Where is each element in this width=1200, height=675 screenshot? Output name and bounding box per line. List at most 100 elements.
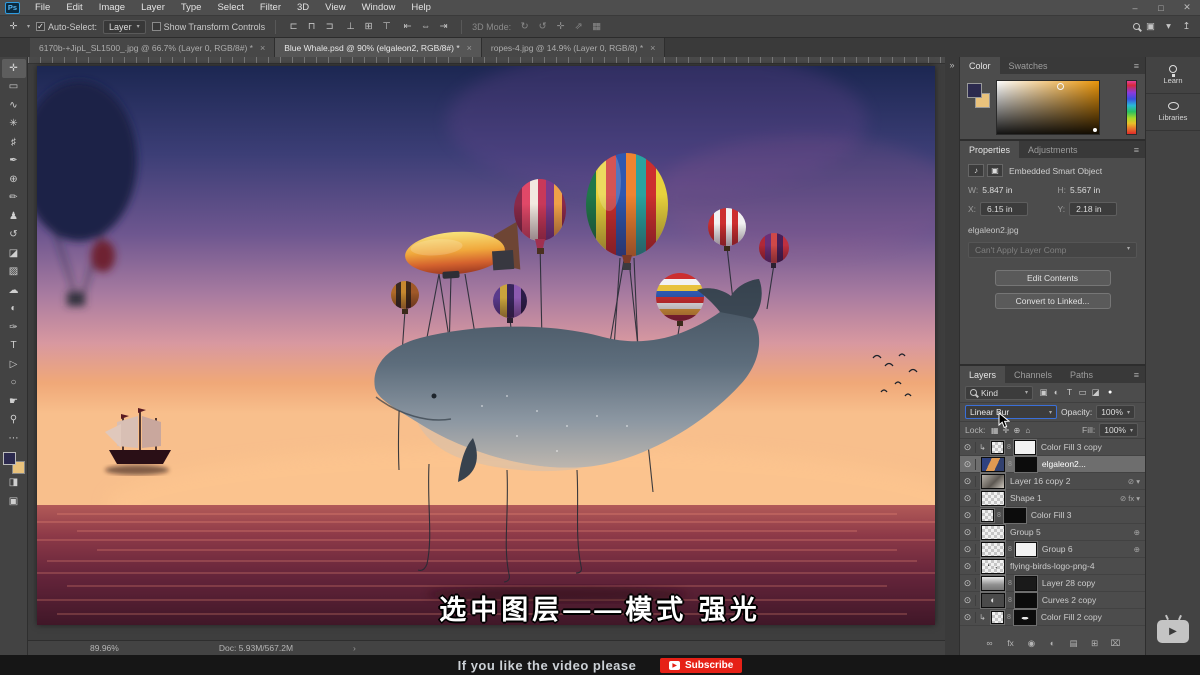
- collapse-panels-icon[interactable]: »: [949, 60, 954, 70]
- align-icon[interactable]: ⊥: [343, 21, 358, 32]
- panel-tab[interactable]: Swatches: [1000, 57, 1057, 74]
- layer-group-6[interactable]: ⊙ 8 Group 6 ⊕: [960, 541, 1145, 558]
- workspace-caret-icon[interactable]: ▾: [1161, 21, 1176, 32]
- crop-tool[interactable]: ♯: [2, 133, 26, 152]
- layer-color-fill-3[interactable]: ⊙ 8 Color Fill 3: [960, 507, 1145, 524]
- layer-mask-thumbnail[interactable]: [1015, 576, 1037, 591]
- layer-visibility-toggle[interactable]: ⊙: [960, 476, 976, 487]
- tab-close-icon[interactable]: ×: [260, 43, 265, 53]
- 3d-mode-icon[interactable]: ↻: [517, 21, 532, 32]
- layer-visibility-toggle[interactable]: ⊙: [960, 459, 976, 470]
- panel-menu-icon[interactable]: ≡: [1134, 61, 1139, 71]
- layer-mask-thumbnail[interactable]: [1015, 542, 1037, 557]
- screen-mode-button[interactable]: ▣: [2, 492, 26, 511]
- layer-visibility-toggle[interactable]: ⊙: [960, 527, 976, 538]
- layer-visibility-toggle[interactable]: ⊙: [960, 595, 976, 606]
- adjustment-layer-icon[interactable]: ◐: [1047, 638, 1059, 649]
- libraries-button[interactable]: Libraries: [1146, 94, 1200, 131]
- path-selection-tool[interactable]: ▷: [2, 355, 26, 374]
- menu-item[interactable]: View: [317, 2, 353, 13]
- marquee-tool[interactable]: ▭: [2, 78, 26, 97]
- distribute-icon[interactable]: ⇔: [418, 21, 433, 32]
- search-icon[interactable]: [1133, 23, 1140, 30]
- blend-mode-dropdown[interactable]: Linear Bur ▾: [965, 405, 1057, 419]
- layer-mask-thumbnail[interactable]: [1014, 440, 1036, 455]
- lock-icon[interactable]: ⊕: [1011, 426, 1022, 435]
- layer-color-fill-3-copy[interactable]: ⊙ ↳ 8 Color Fill 3 copy: [960, 439, 1145, 456]
- layer-thumbnail[interactable]: [991, 441, 1004, 454]
- move-tool[interactable]: ✛: [2, 59, 26, 78]
- hue-slider[interactable]: [1126, 80, 1137, 135]
- layer-flying-birds[interactable]: ⊙ flying-birds-logo-png-4: [960, 558, 1145, 575]
- lock-icon[interactable]: ⌂: [1022, 426, 1033, 435]
- layer-28-copy[interactable]: ⊙ 8 Layer 28 copy: [960, 575, 1145, 592]
- layer-mask-thumbnail[interactable]: [1015, 457, 1037, 472]
- layer-shape-1[interactable]: ⊙ Shape 1 ⊘ fx ▾: [960, 490, 1145, 507]
- layer-curves-2-copy[interactable]: ⊙ ◐ 8 Curves 2 copy: [960, 592, 1145, 609]
- layer-thumbnail[interactable]: [981, 542, 1005, 557]
- panel-tab[interactable]: Properties: [960, 141, 1019, 158]
- type-tool[interactable]: T: [2, 337, 26, 356]
- color-gradient-field[interactable]: [996, 80, 1100, 135]
- filter-toggle-icon[interactable]: ●: [1108, 389, 1112, 396]
- opacity-dropdown[interactable]: 100% ▾: [1096, 405, 1135, 419]
- filter-type-icon[interactable]: ▭: [1076, 387, 1089, 398]
- menu-item[interactable]: File: [27, 2, 58, 13]
- brush-tool[interactable]: ✏: [2, 189, 26, 208]
- new-layer-icon[interactable]: ⊞: [1089, 638, 1101, 649]
- menu-item[interactable]: Window: [354, 2, 404, 13]
- foreground-color-swatch[interactable]: [3, 452, 16, 465]
- panel-menu-icon[interactable]: ≡: [1134, 370, 1139, 380]
- auto-select-option[interactable]: ✓ Auto-Select:: [36, 22, 97, 32]
- pen-tool[interactable]: ✑: [2, 318, 26, 337]
- layer-thumbnail[interactable]: [981, 509, 994, 522]
- layer-style-icon[interactable]: fx: [1005, 638, 1017, 649]
- layer-mask-thumbnail[interactable]: [1014, 610, 1036, 625]
- distribute-icon[interactable]: ⇥: [436, 21, 451, 32]
- close-button[interactable]: ✕: [1174, 2, 1200, 13]
- tab-close-icon[interactable]: ×: [467, 43, 472, 53]
- panel-tab[interactable]: Channels: [1005, 366, 1061, 383]
- align-icon[interactable]: ⊓: [304, 21, 319, 32]
- 3d-mode-icon[interactable]: ↺: [535, 21, 550, 32]
- layer-thumbnail[interactable]: [981, 491, 1005, 506]
- layer-visibility-toggle[interactable]: ⊙: [960, 612, 976, 623]
- align-icon[interactable]: ⊞: [361, 21, 376, 32]
- document-tab[interactable]: 6170b-+JipL_SL1500_.jpg @ 66.7% (Layer 0…: [30, 38, 275, 57]
- new-group-icon[interactable]: ▤: [1068, 638, 1080, 649]
- transform-field[interactable]: Y:2.18 in: [1058, 202, 1138, 216]
- layer-visibility-toggle[interactable]: ⊙: [960, 578, 976, 589]
- color-fg-swatch[interactable]: [967, 83, 982, 98]
- filter-type-icon[interactable]: ▣: [1037, 387, 1050, 398]
- menu-item[interactable]: Type: [173, 2, 210, 13]
- transform-field[interactable]: X:6.15 in: [968, 202, 1048, 216]
- layer-visibility-toggle[interactable]: ⊙: [960, 493, 976, 504]
- align-icon[interactable]: ⊏: [286, 21, 301, 32]
- subscribe-button[interactable]: ▶ Subscribe: [660, 658, 742, 673]
- transform-field[interactable]: H:5.567 in: [1058, 185, 1138, 195]
- clone-stamp-tool[interactable]: ♟: [2, 207, 26, 226]
- 3d-mode-icon[interactable]: ✛: [553, 21, 568, 32]
- menu-item[interactable]: Layer: [133, 2, 173, 13]
- status-chevron-icon[interactable]: ›: [353, 643, 356, 653]
- panel-tab[interactable]: Paths: [1061, 366, 1102, 383]
- layer-visibility-toggle[interactable]: ⊙: [960, 442, 976, 453]
- eyedropper-tool[interactable]: ✒: [2, 152, 26, 171]
- lasso-tool[interactable]: ∿: [2, 96, 26, 115]
- layer-group-5[interactable]: ⊙ Group 5 ⊕: [960, 524, 1145, 541]
- menu-item[interactable]: Image: [91, 2, 133, 13]
- transform-field[interactable]: W:5.847 in: [968, 185, 1048, 195]
- layer-visibility-toggle[interactable]: ⊙: [960, 510, 976, 521]
- layer-16-copy-2[interactable]: ⊙ Layer 16 copy 2 ⊘ ▾: [960, 473, 1145, 490]
- share-icon[interactable]: ↥: [1179, 21, 1194, 32]
- zoom-level[interactable]: 89.96%: [90, 643, 119, 653]
- fill-dropdown[interactable]: 100% ▾: [1099, 423, 1138, 437]
- quick-selection-tool[interactable]: ✳: [2, 115, 26, 134]
- tool-preset-caret-icon[interactable]: ▾: [27, 23, 30, 30]
- layer-thumbnail[interactable]: [981, 525, 1005, 540]
- layer-thumbnail[interactable]: [991, 611, 1004, 624]
- canvas-artwork[interactable]: [37, 66, 935, 625]
- layer-elgaleon2[interactable]: ⊙ 8 elgaleon2...: [960, 456, 1145, 473]
- edit-toolbar-button[interactable]: ⋯: [2, 429, 26, 448]
- history-brush-tool[interactable]: ↺: [2, 226, 26, 245]
